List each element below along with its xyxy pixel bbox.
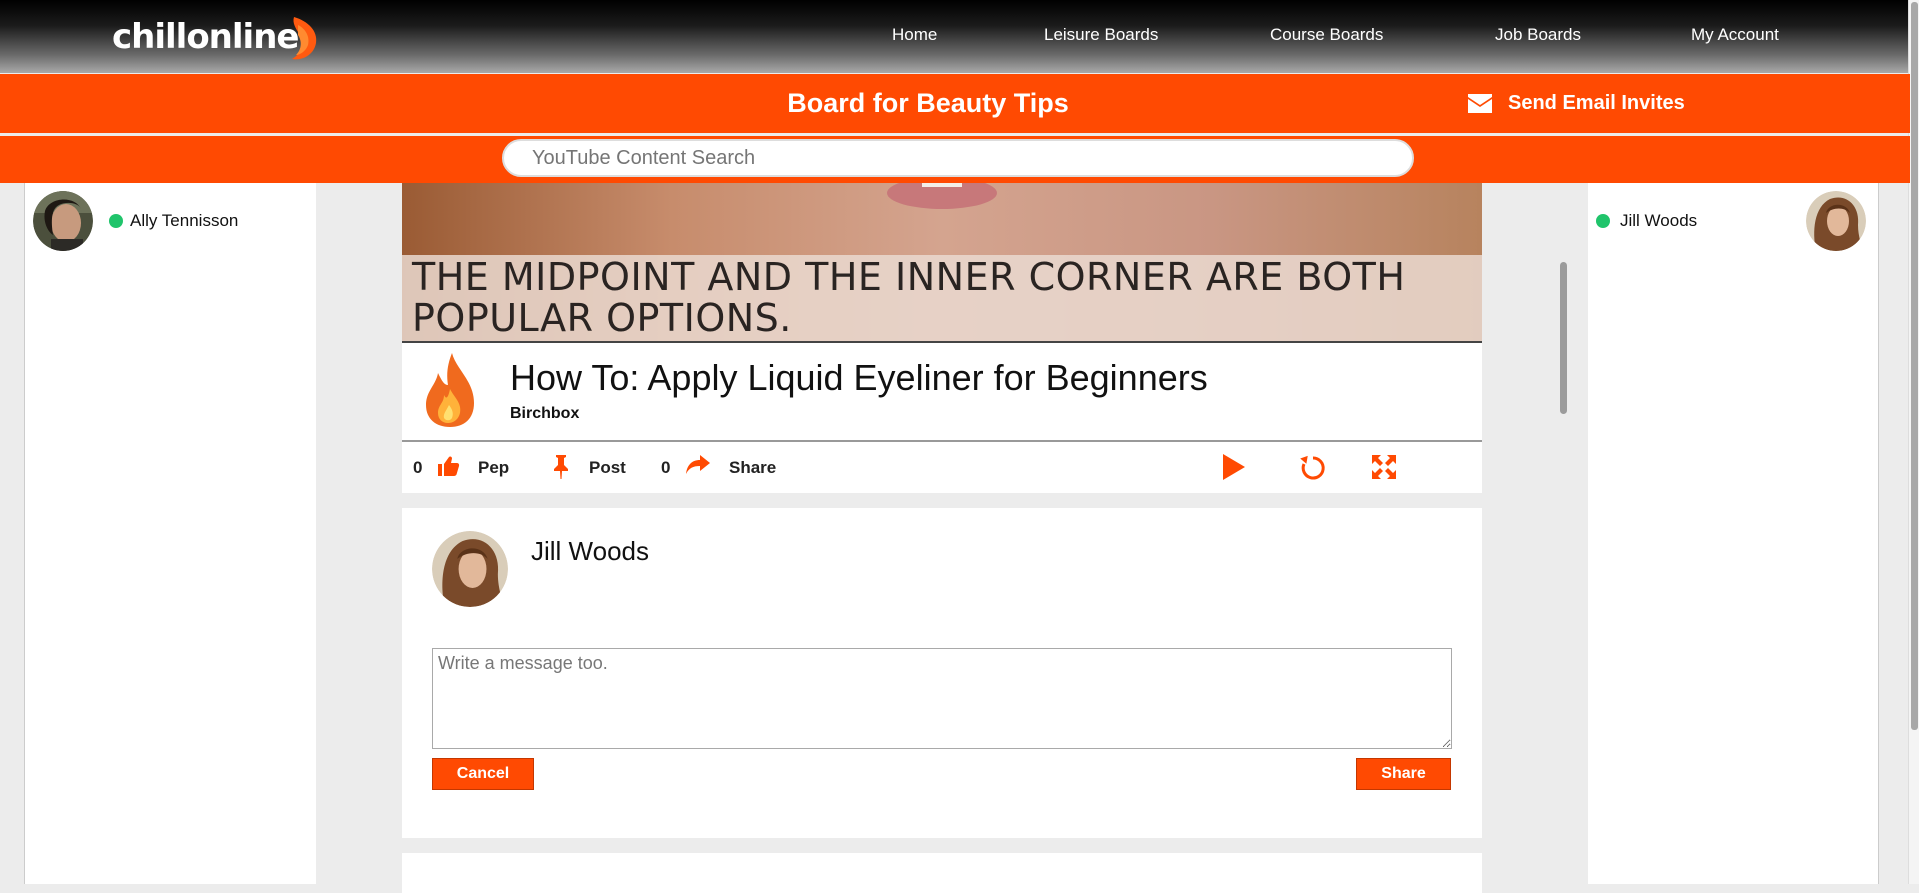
video-info: How To: Apply Liquid Eyeliner for Beginn… [402,343,1482,442]
main-nav: Home Leisure Boards Course Boards Job Bo… [0,0,1919,73]
video-title[interactable]: How To: Apply Liquid Eyeliner for Beginn… [510,357,1208,399]
share-message-input[interactable] [432,648,1452,749]
thumbs-up-icon[interactable] [436,454,460,478]
online-status-dot [1596,214,1610,228]
nav-course-boards[interactable]: Course Boards [1270,25,1383,45]
pep-button[interactable]: Pep [478,442,509,493]
user-list-item[interactable]: Jill Woods [1596,191,1866,251]
fullscreen-icon[interactable] [1370,453,1398,481]
online-status-dot [109,214,123,228]
cancel-button[interactable]: Cancel [432,758,534,790]
avatar [432,531,508,607]
post-button[interactable]: Post [589,442,626,493]
top-nav-bar: chillonline Home Leisure Boards Course B… [0,0,1919,73]
pep-count: 0 [413,457,423,477]
avatar [1806,191,1866,251]
share-count: 0 [661,457,671,477]
fire-icon [426,353,474,427]
share-submit-button[interactable]: Share [1356,758,1451,790]
video-caption: THE MIDPOINT AND THE INNER CORNER ARE BO… [412,255,1406,340]
nav-home[interactable]: Home [892,25,937,45]
avatar [33,191,93,251]
content-scrollbar-thumb[interactable] [1560,262,1567,414]
share-arrow-icon[interactable] [685,454,711,476]
youtube-search-input[interactable] [502,139,1414,177]
send-email-invites-label: Send Email Invites [1508,92,1685,114]
nav-job-boards[interactable]: Job Boards [1495,25,1581,45]
right-user-panel: Jill Woods [1588,183,1879,884]
search-bar [0,136,1910,183]
nav-leisure-boards[interactable]: Leisure Boards [1044,25,1158,45]
page-scrollbar-thumb[interactable] [1911,2,1918,730]
user-list-item[interactable]: Ally Tennisson [33,191,238,251]
sharer-name: Jill Woods [531,536,650,566]
share-button[interactable]: Share [729,442,776,493]
next-feed-card [402,853,1482,893]
board-header: Board for Beauty Tips Send Email Invites [0,74,1910,133]
left-user-panel: Ally Tennisson [24,183,316,884]
envelope-icon [1468,94,1492,113]
video-action-bar: 0 Pep Post 0 Share [402,442,1482,493]
replay-icon[interactable] [1299,453,1327,481]
pin-icon[interactable] [552,454,570,480]
play-icon[interactable] [1222,453,1246,481]
video-channel: Birchbox [510,405,580,422]
user-name: Jill Woods [1620,211,1698,230]
send-email-invites-button[interactable]: Send Email Invites [1468,92,1685,115]
user-name: Ally Tennisson [130,211,239,230]
video-thumbnail[interactable]: THE MIDPOINT AND THE INNER CORNER ARE BO… [402,183,1482,343]
share-form-card: Jill Woods Cancel Share [402,508,1482,838]
nav-my-account[interactable]: My Account [1691,25,1779,45]
